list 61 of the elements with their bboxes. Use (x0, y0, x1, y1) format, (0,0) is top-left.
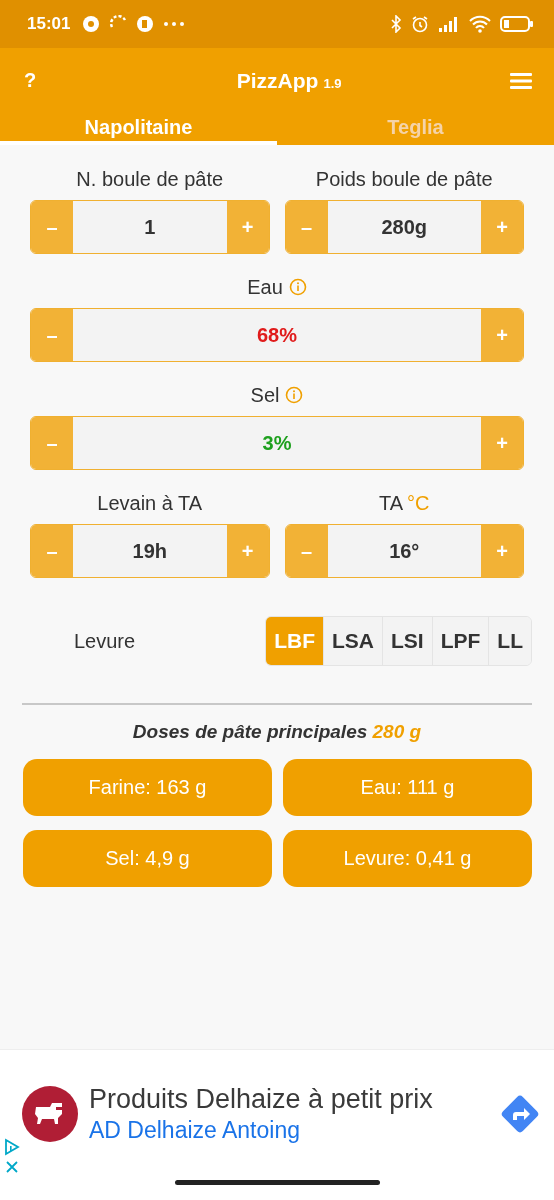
battery-icon (500, 15, 534, 33)
plus-button[interactable]: + (481, 417, 523, 469)
plus-button[interactable]: + (481, 201, 523, 253)
minus-button[interactable]: – (31, 309, 73, 361)
menu-button[interactable] (510, 71, 532, 90)
stepper-value: 68% (256, 322, 298, 348)
yeast-option[interactable]: LPF (431, 617, 489, 665)
field-label: Eau (247, 275, 283, 299)
minus-button[interactable]: – (31, 525, 73, 577)
minus-button[interactable]: – (31, 201, 73, 253)
plus-button[interactable]: + (481, 309, 523, 361)
ad-link[interactable]: AD Delhaize Antoing (89, 1117, 486, 1144)
field-label: Levure (74, 629, 137, 653)
plus-button[interactable]: + (226, 201, 269, 253)
yeast-option[interactable]: LSI (382, 617, 432, 665)
close-icon (5, 1160, 19, 1174)
dose-button[interactable]: Eau: 111 g (283, 759, 532, 816)
dose-button[interactable]: Levure: 0,41 g (283, 830, 532, 887)
field-label: Poids boule de pâte (315, 167, 493, 191)
stepper-value: 16° (388, 538, 421, 564)
stepper-value: 1 (143, 214, 157, 240)
field-label: N. boule de pâte (76, 167, 224, 191)
stepper-value: 280g (380, 214, 429, 240)
info-icon (288, 278, 307, 296)
stepper-field[interactable]: – 3% + (30, 416, 524, 470)
app-title: PizzApp (236, 68, 319, 93)
field-label: Sel (250, 383, 280, 407)
minus-button[interactable]: – (31, 417, 73, 469)
adchoices-icon (4, 1138, 20, 1156)
tab[interactable]: Napolitaine (0, 113, 277, 145)
plus-button[interactable]: + (226, 525, 269, 577)
dose-button[interactable]: Sel: 4,9 g (23, 830, 272, 887)
info-icon (285, 386, 304, 404)
ad-title: Produits Delhaize à petit prix (89, 1084, 434, 1115)
stepper-field[interactable]: – 68% + (30, 308, 524, 362)
stepper-value: 3% (261, 430, 293, 456)
field-label: TA (379, 491, 404, 515)
yeast-option[interactable]: LL (488, 617, 531, 665)
stepper-value: 19h (131, 538, 168, 564)
field-label: Levain à TA (97, 491, 203, 515)
minus-button[interactable]: – (285, 525, 328, 577)
doses-heading: Doses de pâte principales 280 g (132, 721, 422, 743)
dose-button[interactable]: Farine: 163 g (23, 759, 272, 816)
unit-label: °C (407, 491, 430, 515)
stepper-field[interactable]: – 1 + (30, 200, 270, 254)
help-button[interactable]: ? (20, 69, 41, 92)
clock-time: 15:01 (27, 14, 71, 34)
stepper-field[interactable]: – 16° + (284, 524, 524, 578)
stepper-field[interactable]: – 280g + (284, 200, 524, 254)
more-icon (163, 21, 186, 27)
yeast-option[interactable]: LSA (323, 617, 382, 665)
wifi-icon (469, 15, 491, 33)
stepper-field[interactable]: – 19h + (30, 524, 270, 578)
app-version: 1.9 (323, 75, 342, 91)
tab[interactable]: Teglia (277, 113, 554, 145)
yeast-option[interactable]: LBF (266, 617, 323, 665)
bluetooth-icon (390, 15, 402, 33)
signal-icon (438, 16, 460, 32)
minus-button[interactable]: – (285, 201, 328, 253)
plus-button[interactable]: + (481, 525, 523, 577)
alarm-icon (411, 15, 429, 33)
